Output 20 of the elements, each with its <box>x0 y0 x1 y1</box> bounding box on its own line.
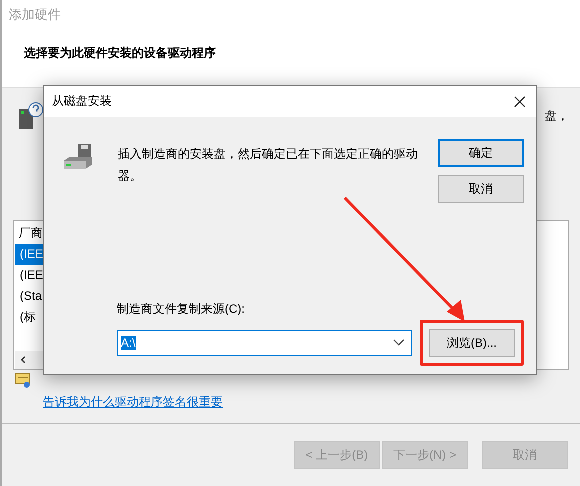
certificate-icon <box>15 372 31 390</box>
window-title: 添加硬件 <box>9 6 62 24</box>
source-path-combo[interactable]: A:\ <box>117 330 412 356</box>
list-item[interactable]: (IEE <box>15 265 43 286</box>
horizontal-scrollbar[interactable] <box>15 351 43 369</box>
help-link[interactable]: 告诉我为什么驱动程序签名很重要 <box>43 394 223 411</box>
instruction-text: 插入制造商的安装盘，然后确定已在下面选定正确的驱动器。 <box>118 146 418 185</box>
list-item[interactable]: (标 <box>15 307 43 328</box>
page-heading: 选择要为此硬件安装的设备驱动程序 <box>24 45 217 62</box>
list-item[interactable]: (Sta <box>15 286 43 307</box>
list-item[interactable]: (IEE <box>15 244 43 265</box>
field-label: 制造商文件复制来源(C): <box>117 301 246 318</box>
close-icon[interactable] <box>514 96 526 108</box>
description-text: 盘， <box>545 108 569 124</box>
dropdown-icon[interactable] <box>393 339 405 347</box>
column-header[interactable]: 厂商 <box>15 223 43 244</box>
ok-button[interactable]: 确定 <box>438 139 524 167</box>
cancel-button[interactable]: 取消 <box>438 175 524 203</box>
dialog-title: 从磁盘安装 <box>52 93 112 110</box>
browse-button[interactable]: 浏览(B)... <box>429 329 515 357</box>
